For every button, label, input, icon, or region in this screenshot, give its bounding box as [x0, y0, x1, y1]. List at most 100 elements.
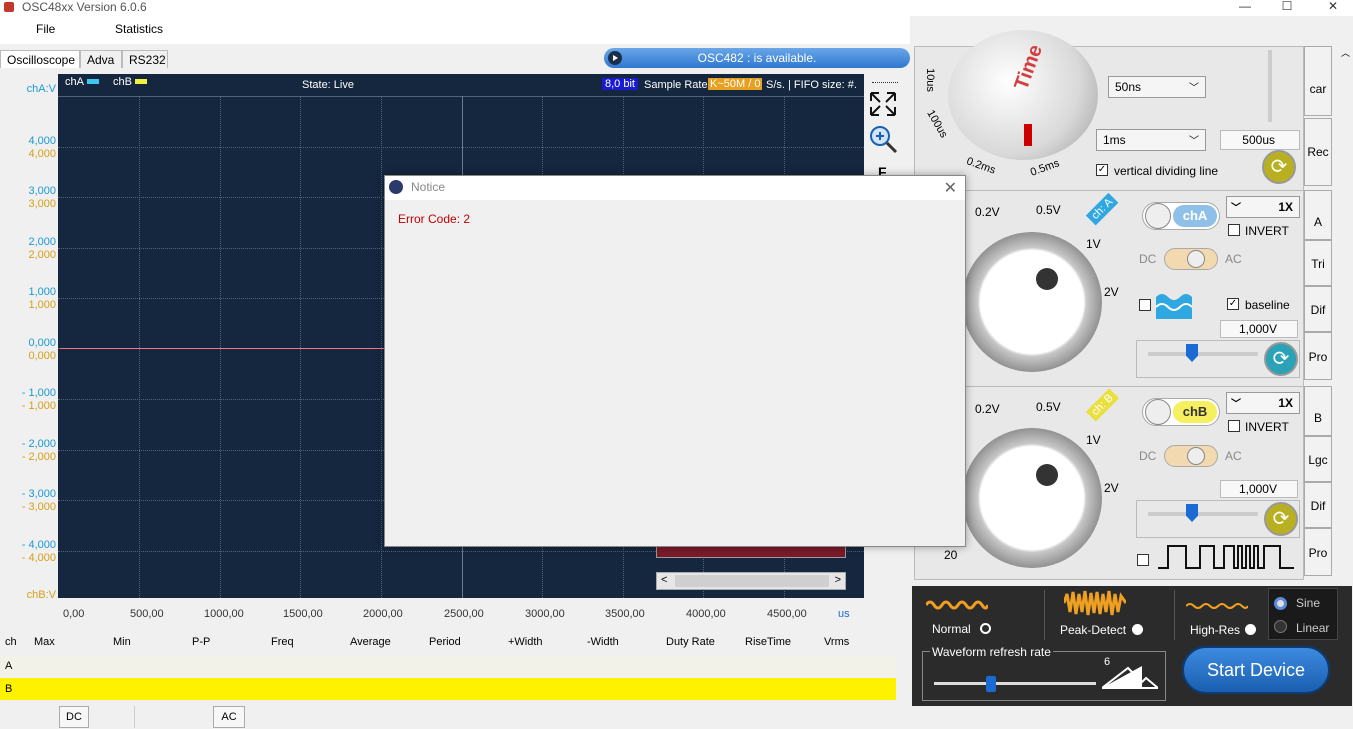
chb-toggle[interactable]: chB: [1142, 398, 1220, 426]
chb-coupling-switch[interactable]: [1164, 445, 1218, 467]
app-icon: [4, 2, 14, 12]
chb-legend: chB: [113, 76, 132, 88]
cha-probe-select[interactable]: ﹀ 1X: [1226, 196, 1300, 218]
sine-radio[interactable]: [1274, 597, 1287, 610]
chb-offset-slider[interactable]: [1148, 512, 1258, 516]
x-tick: 3500,00: [605, 608, 645, 620]
side-tab-probe-b[interactable]: Pro: [1304, 528, 1332, 576]
tab-oscilloscope[interactable]: Oscilloscope: [0, 50, 80, 68]
side-tab-rec[interactable]: Rec: [1304, 118, 1332, 186]
timebase-select[interactable]: 50ns ﹀: [1108, 76, 1206, 98]
y-unit-cha: chA:V: [26, 83, 56, 95]
app-icon: [389, 180, 403, 194]
start-device-button[interactable]: Start Device: [1182, 646, 1330, 694]
section-divider: [914, 386, 1304, 387]
y-tick-cha: - 1,000: [21, 387, 56, 399]
time-offset-field[interactable]: 500us: [1220, 130, 1300, 150]
scope-horizontal-scrollbar[interactable]: < >: [656, 572, 846, 590]
title-bar: OSC48xx Version 6.0.6: [0, 0, 1353, 16]
side-tab-probe-a[interactable]: Pro: [1304, 332, 1332, 380]
scroll-left-icon[interactable]: <: [661, 574, 667, 586]
mode-divider: [1174, 590, 1175, 640]
chb-reset-icon[interactable]: ⟳: [1264, 502, 1298, 536]
side-tab-diff-a[interactable]: Dif: [1304, 286, 1332, 332]
x-tick: 3000,00: [525, 608, 565, 620]
y-tick-cha: 4,000: [28, 135, 56, 147]
baseline-checkbox[interactable]: ✓: [1227, 298, 1239, 310]
stat-header: Max: [34, 636, 55, 648]
y-tick-cha: 1,000: [28, 286, 56, 298]
dialog-close-icon[interactable]: ✕: [944, 178, 957, 198]
vertical-line-checkbox[interactable]: ✓: [1096, 164, 1108, 176]
maximize-button[interactable]: ☐: [1264, 0, 1310, 16]
minimize-button[interactable]: —: [1222, 0, 1268, 16]
side-tab-a[interactable]: A: [1304, 190, 1332, 240]
chb-invert-checkbox[interactable]: [1228, 420, 1240, 432]
menu-file[interactable]: File: [36, 22, 55, 36]
time-reset-icon[interactable]: ⟳: [1262, 150, 1296, 184]
side-tab-car[interactable]: car: [1304, 46, 1332, 116]
stat-row-label: A: [5, 660, 13, 672]
x-tick: 500,00: [130, 608, 164, 620]
y-tick-chb: - 4,000: [21, 552, 56, 564]
scroll-thumb[interactable]: [675, 575, 829, 587]
cha-offset-slider[interactable]: [1148, 352, 1258, 356]
vertical-line-label: vertical dividing line: [1114, 164, 1219, 178]
bit-depth-badge: 8,0 bit: [602, 78, 638, 90]
chb-probe-select[interactable]: ﹀ 1X: [1226, 392, 1300, 414]
fullscreen-icon[interactable]: [868, 90, 898, 118]
cha-reset-icon[interactable]: ⟳: [1264, 342, 1298, 376]
window-title: OSC48xx Version 6.0.6: [22, 0, 147, 14]
device-banner[interactable]: OSC482 : is available.: [604, 48, 910, 68]
cha-value-field[interactable]: 1,000V: [1220, 320, 1298, 338]
cha-toggle[interactable]: chA: [1142, 202, 1220, 230]
chb-volt-dial[interactable]: [962, 428, 1102, 568]
cha-dial-label: 0.5V: [1036, 203, 1061, 217]
refresh-rate-handle[interactable]: [985, 676, 996, 692]
tab-advanced[interactable]: Adva: [80, 50, 122, 68]
close-button[interactable]: ✕: [1310, 0, 1353, 16]
scroll-right-icon[interactable]: >: [835, 574, 841, 586]
stat-header: RiseTime: [745, 636, 792, 648]
dialog-title: Notice: [411, 180, 446, 194]
stat-row-a[interactable]: A: [0, 656, 896, 676]
side-tab-diff-b[interactable]: Dif: [1304, 482, 1332, 528]
dc-button[interactable]: DC: [59, 706, 89, 728]
stat-header: Average: [350, 636, 391, 648]
panel-scrollbar[interactable]: ︿ ﹀: [1338, 46, 1353, 640]
x-tick: 1500,00: [283, 608, 323, 620]
chb-invert-label: INVERT: [1245, 420, 1289, 434]
peak-mode-label: Peak-Detect: [1060, 623, 1127, 637]
grid-line: [381, 96, 382, 598]
stat-header: Duty Rate: [666, 636, 715, 648]
peak-mode-radio[interactable]: [1132, 624, 1143, 635]
ac-button[interactable]: AC: [213, 706, 245, 728]
chb-value-field[interactable]: 1,000V: [1220, 480, 1298, 498]
y-tick-cha: - 4,000: [21, 539, 56, 551]
tab-rs232[interactable]: RS232: [122, 50, 168, 68]
x-unit: us: [838, 608, 850, 620]
logic-checkbox[interactable]: [1137, 554, 1149, 566]
cha-wave-checkbox[interactable]: [1139, 299, 1151, 311]
menu-statistics[interactable]: Statistics: [115, 22, 163, 36]
cha-volt-dial[interactable]: [962, 232, 1102, 372]
stat-row-b[interactable]: B: [0, 678, 896, 700]
zoom-in-icon[interactable]: [868, 124, 898, 154]
cha-coupling-switch[interactable]: [1164, 248, 1218, 270]
linear-radio[interactable]: [1274, 620, 1287, 633]
normal-mode-radio[interactable]: [980, 623, 991, 634]
chb-toggle-label: chB: [1173, 401, 1217, 423]
waveform-trace: [60, 348, 384, 349]
refresh-rate-slider[interactable]: [934, 682, 1096, 685]
side-tab-b[interactable]: B: [1304, 386, 1332, 436]
side-tab-logic[interactable]: Lgc: [1304, 436, 1332, 482]
scroll-up-icon[interactable]: ︿: [1341, 46, 1350, 59]
sample-rate-value: K~50M / 0: [708, 78, 763, 90]
sample-rate-label: Sample Rate: [644, 79, 708, 91]
time-range-select[interactable]: 1ms ﹀: [1096, 129, 1206, 151]
highres-mode-radio[interactable]: [1245, 624, 1256, 635]
chb-dial-label: 0.2V: [975, 402, 1000, 416]
cha-invert-checkbox[interactable]: [1228, 224, 1240, 236]
time-slider-track[interactable]: [1268, 50, 1272, 122]
side-tab-trigger[interactable]: Tri: [1304, 240, 1332, 286]
